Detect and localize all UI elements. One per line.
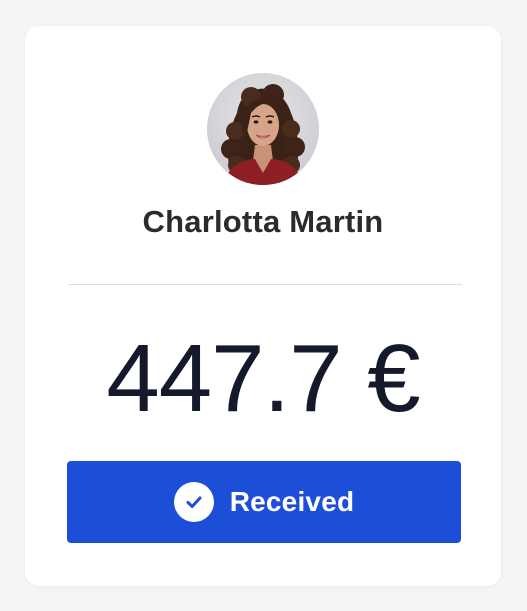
status-label: Received [229, 486, 355, 517]
divider [68, 284, 462, 285]
recipient-name: Charlotta Martin [142, 204, 384, 239]
check-circle-icon [173, 482, 214, 522]
payment-card: Charlotta Martin 447.7 € Received [25, 26, 501, 586]
avatar [207, 73, 319, 185]
received-button[interactable]: Received [67, 461, 461, 543]
checkmark-icon [186, 496, 202, 508]
payment-amount: 447.7 € [106, 325, 420, 432]
avatar-photo [207, 73, 319, 185]
